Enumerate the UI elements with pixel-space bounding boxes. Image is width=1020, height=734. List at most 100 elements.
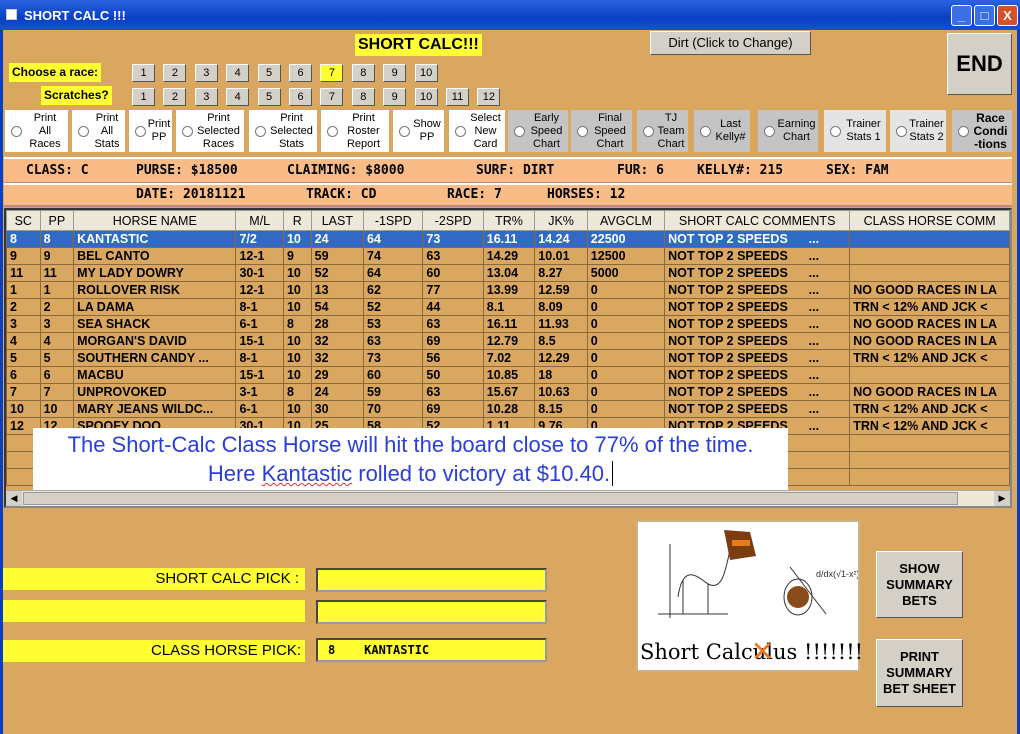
horizontal-scrollbar[interactable]: ◀ ▶ — [6, 490, 1010, 506]
option-trainer-stats-2[interactable]: Trainer Stats 2 — [890, 110, 946, 152]
scratch-button-10[interactable]: 10 — [414, 88, 438, 106]
table-row[interactable]: 7 7 UNPROVOKED 3-1 8 24 59 63 15.67 10.63 0 NOT TOP… — [6, 383, 1010, 401]
scroll-thumb[interactable] — [23, 492, 958, 505]
option-print-selected-races[interactable]: Print Selected Races — [176, 110, 244, 152]
radio-icon[interactable] — [643, 125, 654, 137]
scroll-left-icon[interactable]: ◀ — [6, 491, 22, 506]
option-tj-team-chart[interactable]: TJ Team Chart — [637, 110, 688, 152]
scratch-button-6[interactable]: 6 — [289, 88, 312, 106]
column-header[interactable]: TR% — [482, 210, 536, 231]
cell-m-l: 12-1 — [235, 281, 284, 299]
option-label: Early Speed Chart — [530, 111, 563, 150]
column-header[interactable]: -2SPD — [422, 210, 484, 231]
table-row[interactable]: 2 2 LA DAMA 8-1 10 54 52 44 8.1 8.09 0 NOT TOP 2 SP… — [6, 298, 1010, 316]
scratch-button-9[interactable]: 9 — [383, 88, 407, 106]
table-row[interactable]: 1 1 ROLLOVER RISK 12-1 10 13 62 77 13.99 12.59 0 NO… — [6, 281, 1010, 299]
radio-icon[interactable] — [255, 125, 266, 137]
race-button-2[interactable]: 2 — [163, 64, 187, 82]
race-button-10[interactable]: 10 — [414, 64, 438, 82]
maximize-button[interactable]: □ — [974, 5, 995, 26]
option-print-all-races[interactable]: Print All Races — [5, 110, 68, 152]
radio-icon[interactable] — [327, 125, 338, 137]
table-row[interactable]: 6 6 MACBU 15-1 10 29 60 50 10.85 18 0 NOT TOP 2 SPE… — [6, 366, 1010, 384]
option-print-pp[interactable]: Print PP — [129, 110, 172, 152]
column-header[interactable]: PP — [39, 210, 75, 231]
race-button-3[interactable]: 3 — [194, 64, 218, 82]
table-row[interactable]: 3 3 SEA SHACK 6-1 8 28 53 63 16.11 11.93 0 NOT TOP … — [6, 315, 1010, 333]
race-button-6[interactable]: 6 — [289, 64, 312, 82]
option-final-speed-chart[interactable]: Final Speed Chart — [571, 110, 632, 152]
race-button-1[interactable]: 1 — [132, 64, 155, 82]
radio-icon[interactable] — [896, 125, 907, 137]
scratch-button-5[interactable]: 5 — [257, 88, 281, 106]
radio-icon[interactable] — [700, 125, 711, 137]
column-header[interactable]: AVGCLM — [586, 210, 666, 231]
radio-icon[interactable] — [577, 125, 588, 137]
option-race-condi-tions[interactable]: Race Condi -tions — [952, 110, 1012, 152]
show-summary-bets-button[interactable]: SHOW SUMMARY BETS — [876, 551, 963, 618]
cell-1spd: 74 — [363, 247, 424, 265]
radio-icon[interactable] — [830, 125, 841, 137]
column-header[interactable]: HORSE NAME — [73, 210, 237, 231]
scratch-button-3[interactable]: 3 — [194, 88, 218, 106]
race-button-5[interactable]: 5 — [257, 64, 281, 82]
column-header[interactable]: LAST — [310, 210, 365, 231]
option-select-new-card[interactable]: Select New Card — [449, 110, 505, 152]
scratch-button-12[interactable]: 12 — [477, 88, 501, 106]
surface-toggle-button[interactable]: Dirt (Click to Change) — [650, 31, 811, 55]
cell-pp: 7 — [39, 383, 75, 401]
column-header[interactable]: R — [282, 210, 312, 231]
option-early-speed-chart[interactable]: Early Speed Chart — [508, 110, 568, 152]
option-trainer-stats-1[interactable]: Trainer Stats 1 — [824, 110, 886, 152]
race-button-7[interactable]: 7 — [320, 64, 344, 82]
short-calc-pick-field[interactable] — [316, 568, 547, 592]
option-last-kelly[interactable]: Last Kelly# — [694, 110, 750, 152]
scratch-button-2[interactable]: 2 — [163, 88, 187, 106]
column-header[interactable]: SHORT CALC COMMENTS — [664, 210, 851, 231]
cell-pp: 11 — [39, 264, 75, 282]
radio-icon[interactable] — [514, 125, 525, 137]
option-print-roster-report[interactable]: Print Roster Report — [321, 110, 389, 152]
option-print-all-stats[interactable]: Print All Stats — [72, 110, 125, 152]
column-header[interactable]: CLASS HORSE COMM — [849, 210, 1010, 231]
column-header[interactable]: -1SPD — [363, 210, 424, 231]
race-button-8[interactable]: 8 — [351, 64, 375, 82]
table-row[interactable]: 8 8 KANTASTIC 7/2 10 24 64 73 16.11 14.24 22500 NOT… — [6, 230, 1010, 248]
scroll-right-icon[interactable]: ▶ — [994, 491, 1010, 506]
option-earning-chart[interactable]: Earning Chart — [758, 110, 818, 152]
scratch-button-4[interactable]: 4 — [226, 88, 250, 106]
table-row[interactable]: 4 4 MORGAN'S DAVID 15-1 10 32 63 69 12.79 8.5 0 NOT… — [6, 332, 1010, 350]
table-row[interactable]: 9 9 BEL CANTO 12-1 9 59 74 63 14.29 10.01 12500 NOT… — [6, 247, 1010, 265]
radio-icon[interactable] — [399, 125, 410, 137]
class-horse-pick-field[interactable]: 8 KANTASTIC — [316, 638, 547, 662]
option-show-pp[interactable]: Show PP — [393, 110, 444, 152]
logo-text: Short Calculus ✕ !!!!!!! — [640, 635, 864, 668]
column-header[interactable]: SC — [6, 210, 41, 231]
radio-icon[interactable] — [182, 125, 193, 137]
race-button-4[interactable]: 4 — [226, 64, 250, 82]
option-print-selected-stats[interactable]: Print Selected Stats — [249, 110, 317, 152]
scratch-button-1[interactable]: 1 — [132, 88, 155, 106]
radio-icon[interactable] — [78, 125, 89, 137]
radio-icon[interactable] — [764, 125, 775, 137]
table-row[interactable]: 5 5 SOUTHERN CANDY ... 8-1 10 32 73 56 7.02 12.29… — [6, 349, 1010, 367]
cell-r: 10 — [282, 281, 312, 299]
scratch-button-8[interactable]: 8 — [351, 88, 375, 106]
scratch-button-7[interactable]: 7 — [320, 88, 344, 106]
minimize-button[interactable]: _ — [951, 5, 972, 26]
race-button-9[interactable]: 9 — [383, 64, 407, 82]
second-pick-field[interactable] — [316, 600, 547, 624]
print-summary-bet-sheet-button[interactable]: PRINT SUMMARY BET SHEET — [876, 639, 963, 707]
radio-icon[interactable] — [135, 125, 146, 137]
column-header[interactable]: JK% — [534, 210, 588, 231]
radio-icon[interactable] — [455, 125, 466, 137]
end-button[interactable]: END — [947, 33, 1012, 95]
table-row[interactable]: 10 10 MARY JEANS WILDC... 6-1 10 30 70 69 10.28 8… — [6, 400, 1010, 418]
radio-icon[interactable] — [11, 125, 22, 137]
radio-icon[interactable] — [958, 125, 969, 137]
column-header[interactable]: M/L — [235, 210, 284, 231]
scratch-button-11[interactable]: 11 — [446, 88, 469, 106]
close-button[interactable]: X — [997, 5, 1018, 26]
cell-class-horse-comm — [849, 247, 1010, 265]
table-row[interactable]: 11 11 MY LADY DOWRY 30-1 10 52 64 60 13.04 8.27 50… — [6, 264, 1010, 282]
